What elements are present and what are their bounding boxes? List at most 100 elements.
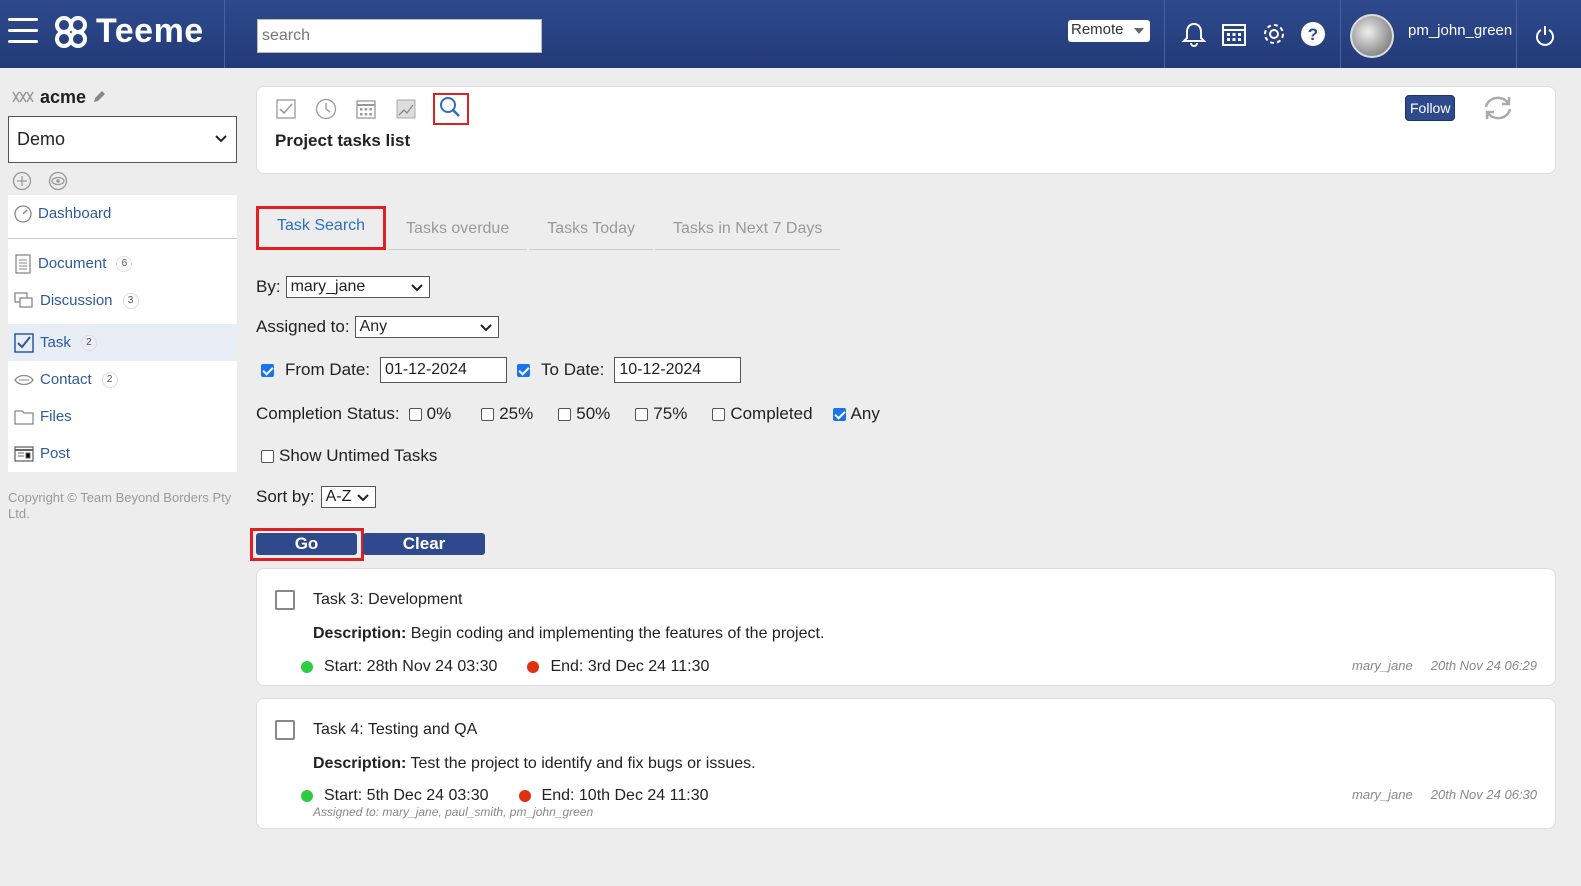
tab-task-search[interactable]: Task Search: [256, 206, 387, 250]
calendar-icon[interactable]: [1220, 20, 1248, 48]
post-icon: [14, 445, 34, 462]
sidebar-item-label: Discussion: [40, 292, 113, 309]
completion-label: Completion Status:: [256, 404, 400, 423]
count-badge: 3: [122, 292, 139, 309]
task-end: End: 10th Dec 24 11:30: [541, 787, 709, 804]
calendar-view-icon[interactable]: [353, 96, 379, 122]
tab-bar: Task Search Tasks overdue Tasks Today Ta…: [256, 206, 842, 250]
count-badge: 2: [80, 334, 97, 351]
task-checkbox[interactable]: [275, 590, 295, 610]
sort-label: Sort by:: [256, 487, 315, 506]
task-meta: mary_jane 20th Nov 24 06:30: [1352, 787, 1537, 802]
sidebar-item-files[interactable]: Files: [8, 398, 237, 435]
assigned-select[interactable]: Any: [354, 316, 499, 338]
completion-option-label: Completed: [730, 404, 813, 423]
chevron-down-icon: [479, 324, 492, 332]
task-card: Task 4: Testing and QA Description: Test…: [256, 698, 1556, 829]
completion-25-checkbox[interactable]: [481, 407, 495, 421]
completion-row: Completion Status: 0% 25% 50% 75% Comple…: [256, 404, 880, 424]
logo-icon: [55, 15, 87, 48]
to-date-input[interactable]: 10-12-2024: [614, 357, 742, 383]
gear-icon[interactable]: [1260, 20, 1288, 48]
sidebar-item-contact[interactable]: Contact 2: [8, 361, 237, 398]
sidebar-item-post[interactable]: Post: [8, 435, 237, 472]
task-created: 20th Nov 24 06:30: [1430, 787, 1537, 802]
count-badge: 6: [116, 255, 133, 272]
task-created: 20th Nov 24 06:29: [1430, 658, 1537, 673]
power-icon[interactable]: [1533, 24, 1557, 48]
task-title[interactable]: Task 3: Development: [313, 591, 462, 609]
assigned-label: Assigned to:: [256, 317, 350, 336]
search-icon[interactable]: [433, 93, 469, 125]
from-date-label: From Date:: [285, 360, 371, 379]
completion-option-label: 0%: [426, 404, 452, 423]
project-select[interactable]: Demo: [8, 116, 237, 163]
task-end: End: 3rd Dec 24 11:30: [550, 658, 710, 675]
view-icon[interactable]: [48, 171, 68, 191]
tab-tasks-next-7-days[interactable]: Tasks in Next 7 Days: [654, 210, 841, 250]
task-owner: mary_jane: [1352, 658, 1413, 673]
sort-value: A-Z: [325, 488, 352, 505]
start-status-dot: [301, 790, 313, 802]
sidebar-item-dashboard[interactable]: Dashboard: [8, 195, 237, 232]
completion-50-checkbox[interactable]: [558, 407, 572, 421]
sidebar-item-label: Files: [40, 408, 72, 425]
by-value: mary_jane: [290, 278, 366, 295]
logo-text: Teeme: [96, 12, 204, 50]
user-menu[interactable]: pm_john_green: [1350, 14, 1512, 58]
hamburger-menu-icon[interactable]: [8, 18, 38, 46]
discussion-icon: [14, 291, 33, 308]
workspace-header: acme: [8, 82, 237, 112]
mode-value: Remote: [1071, 21, 1124, 38]
from-date-input[interactable]: 01-12-2024: [380, 357, 508, 383]
follow-button[interactable]: Follow: [1405, 95, 1456, 121]
clear-button[interactable]: Clear: [363, 533, 485, 555]
workspace-name: acme: [40, 86, 87, 107]
sidebar-item-document[interactable]: Document 6: [8, 245, 237, 282]
workspace-icon: [12, 91, 34, 103]
edit-icon[interactable]: [92, 90, 106, 104]
description-text: Test the project to identify and fix bug…: [410, 755, 756, 772]
mode-select[interactable]: Remote: [1068, 20, 1150, 42]
task-card: Task 3: Development Description: Begin c…: [256, 568, 1556, 686]
logo[interactable]: Teeme: [54, 12, 204, 51]
task-title[interactable]: Task 4: Testing and QA: [313, 721, 477, 739]
sort-select[interactable]: A-Z: [320, 486, 376, 508]
svg-text:?: ?: [1308, 25, 1318, 44]
description-text: Begin coding and implementing the featur…: [410, 625, 825, 642]
gantt-icon[interactable]: [393, 96, 419, 122]
description-label: Description:: [313, 755, 407, 772]
show-untimed-checkbox[interactable]: [261, 449, 274, 463]
task-assignees: Assigned to: mary_jane, paul_smith, pm_j…: [313, 805, 594, 819]
description-label: Description:: [313, 625, 407, 642]
to-date-checkbox[interactable]: [517, 363, 531, 377]
dashboard-icon: [14, 204, 32, 223]
completion-0-checkbox[interactable]: [408, 407, 422, 421]
help-icon[interactable]: ?: [1299, 20, 1327, 48]
search-input[interactable]: [257, 19, 542, 53]
tab-tasks-today[interactable]: Tasks Today: [529, 210, 653, 250]
add-icon[interactable]: [12, 171, 32, 191]
completion-75-checkbox[interactable]: [635, 407, 649, 421]
go-button[interactable]: Go: [256, 533, 357, 555]
clock-icon[interactable]: [313, 96, 339, 122]
end-status-dot: [527, 661, 540, 673]
contact-icon: [14, 374, 34, 385]
chevron-down-icon: [356, 494, 369, 502]
completion-any-checkbox[interactable]: [832, 407, 846, 421]
task-checkbox[interactable]: [275, 720, 295, 740]
tab-tasks-overdue[interactable]: Tasks overdue: [388, 210, 528, 250]
date-row: From Date: 01-12-2024 To Date: 10-12-202…: [261, 357, 742, 383]
task-description: Description: Test the project to identif…: [313, 755, 756, 773]
folder-icon: [14, 409, 34, 425]
refresh-icon[interactable]: [1481, 93, 1515, 123]
sidebar-item-task[interactable]: Task 2: [8, 324, 237, 361]
by-select[interactable]: mary_jane: [285, 276, 430, 298]
from-date-checkbox[interactable]: [261, 363, 274, 377]
task-dates: Start: 5th Dec 24 03:30 End: 10th Dec 24…: [301, 787, 708, 805]
top-bar: Teeme Remote ? pm_john_green: [0, 0, 1581, 68]
completion-completed-checkbox[interactable]: [712, 407, 726, 421]
bell-icon[interactable]: [1180, 20, 1208, 48]
sidebar-item-discussion[interactable]: Discussion 3: [8, 282, 237, 319]
task-view-icon[interactable]: [273, 96, 299, 122]
